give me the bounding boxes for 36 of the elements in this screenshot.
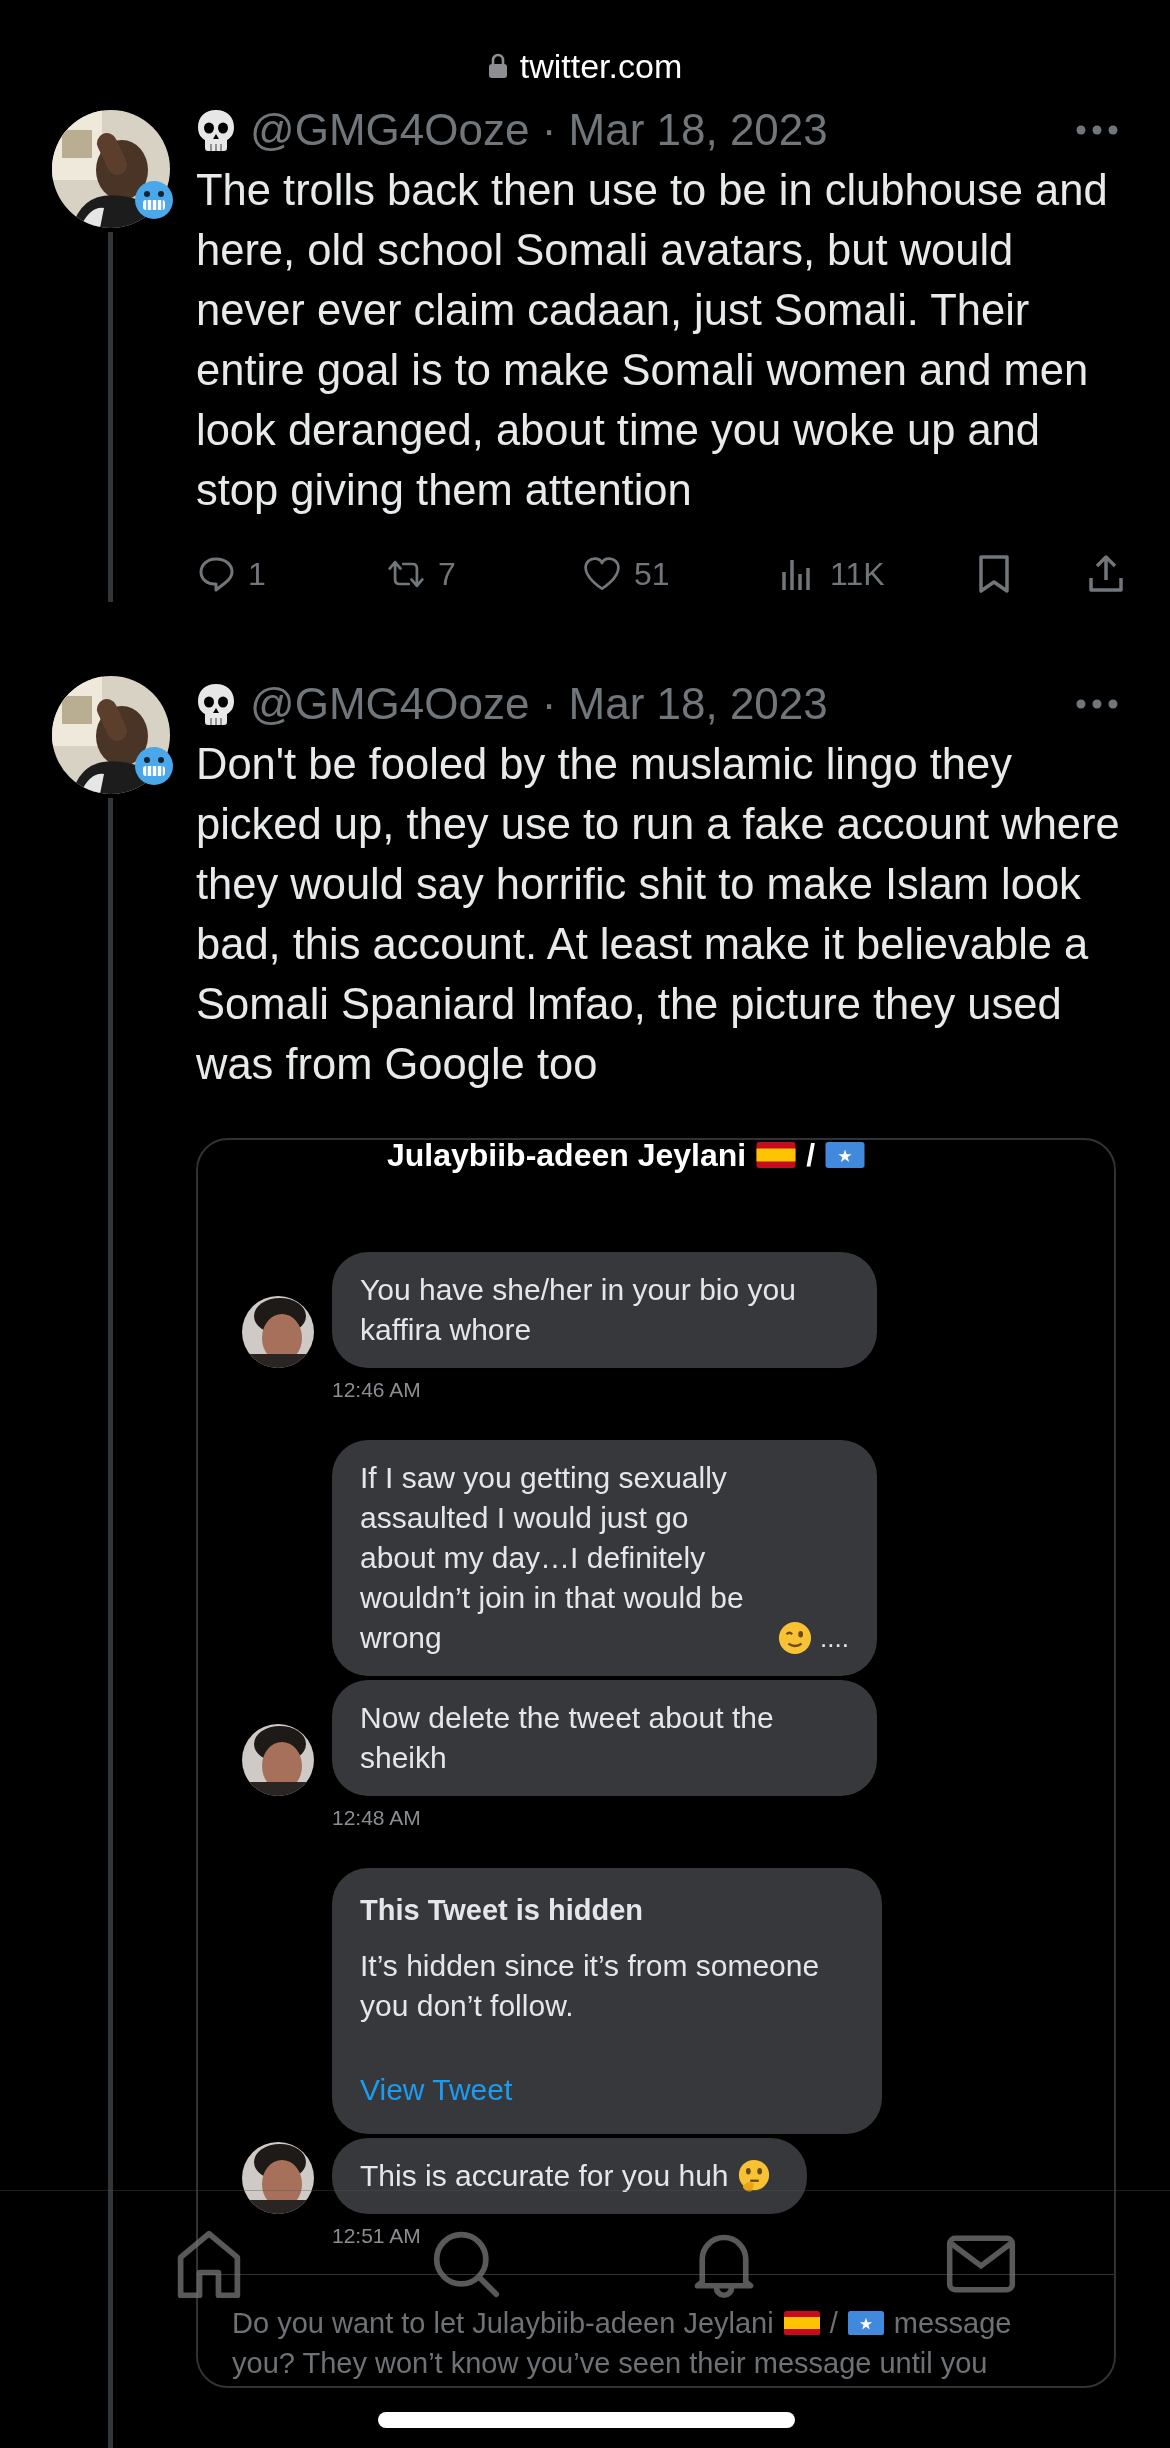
somalia-flag-icon (847, 2311, 884, 2335)
spain-flag-icon (783, 2311, 820, 2335)
message-time: 12:48 AM (332, 1806, 422, 1830)
spain-flag-icon (756, 1142, 797, 1168)
share-icon[interactable] (1086, 554, 1126, 594)
message-tail: .... (820, 1622, 849, 1655)
view-tweet-link[interactable]: View Tweet (360, 2070, 854, 2110)
request-prompt-text: you? They won’t know you’ve seen their message until you (232, 2346, 989, 2381)
retweet-count: 7 (438, 555, 456, 593)
message-time: 12:51 AM (332, 2224, 422, 2248)
prompt-separator: / (829, 2306, 838, 2341)
tweet-text: Don't be fooled by the muslamic lingo they picked up, they use to run a fake account where they would say horrific shit to make Islam look bad, this account. At least make it believable a Somali Spaniard lmfao, the picture they used was from Google too (196, 739, 1121, 1090)
message-text: This is accurate for you huh (360, 2158, 729, 2194)
skull-icon (196, 108, 236, 152)
request-prompt-text: message (893, 2306, 1012, 2341)
chat-title: Julaybiib-adeen Jeylani (386, 1140, 747, 1174)
hidden-body: It’s hidden since it’s from someone you don’t follow. (360, 1948, 821, 2024)
message-text: You have she/her in your bio you kaffira whore (360, 1272, 797, 1348)
tweet-meta[interactable]: @GMG4Ooze · Mar 18, 2023 (250, 679, 1061, 729)
views-count: 11K (830, 555, 885, 593)
message-text: If I saw you getting sexually assaulted I would just go about my day…I definitely wouldn’t join in that would be wrong (360, 1460, 745, 1656)
tweet-meta[interactable]: @GMG4Ooze · Mar 18, 2023 (250, 105, 1061, 155)
like-count: 51 (634, 555, 670, 593)
message-time: 12:46 AM (332, 1378, 422, 1402)
search-icon[interactable] (431, 2229, 502, 2299)
message-text: Now delete the tweet about the sheikh (360, 1700, 775, 1776)
tweet-text: The trolls back then use to be in clubhouse and here, old school Somali avatars, but would never ever claim cadaan, just Somali. Their entire goal is to make Somali women and men look deranged, about time you woke up and stop giving them attention (196, 165, 1109, 516)
more-icon[interactable] (1075, 698, 1119, 710)
hidden-title: This Tweet is hidden (360, 1893, 645, 1928)
skull-icon (196, 682, 236, 726)
title-separator: / (806, 1140, 816, 1174)
somalia-flag-icon (825, 1142, 866, 1168)
more-icon[interactable] (1075, 124, 1119, 136)
reply-count: 1 (248, 555, 266, 593)
request-prompt-text: Do you want to let Julaybiib-adeen Jeylani (232, 2306, 774, 2341)
url-text[interactable]: twitter.com (519, 46, 683, 86)
